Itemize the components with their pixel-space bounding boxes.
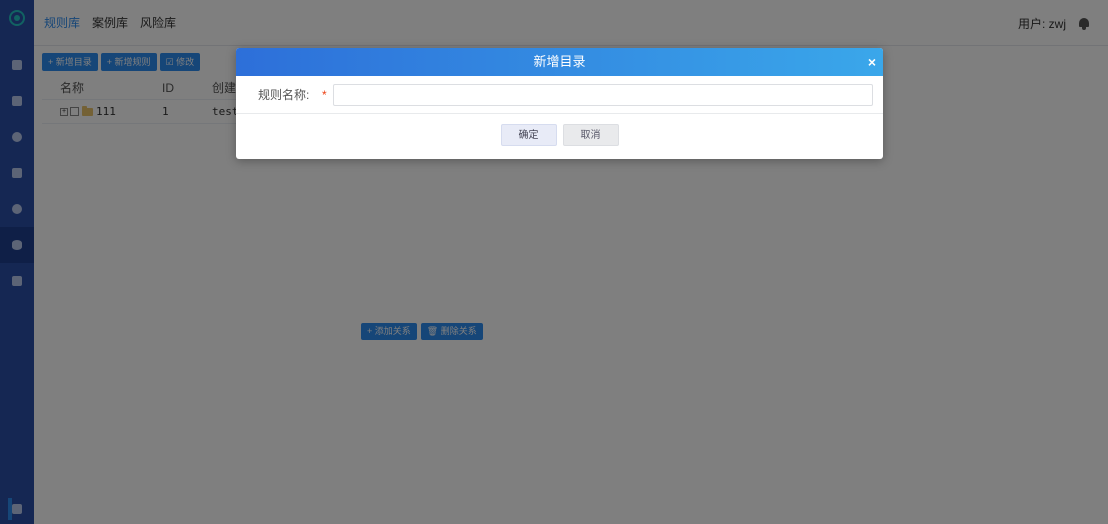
close-icon[interactable]: × [868, 48, 876, 76]
required-mark: * [322, 87, 327, 102]
rule-name-input[interactable] [332, 83, 873, 106]
cancel-button[interactable]: 取消 [562, 124, 619, 146]
rule-name-label: 规则名称: [258, 88, 310, 102]
add-directory-dialog: 新增目录 × 规则名称: * 确定 取消 [236, 48, 883, 159]
dialog-footer: 确定 取消 [236, 114, 883, 158]
app-root: 规则库 案例库 风险库 用户: zwj + 新增目录 + 新增规则 ☑ 修改 名… [0, 0, 1108, 524]
confirm-button[interactable]: 确定 [500, 124, 557, 146]
dialog-body: 规则名称: * [236, 76, 883, 114]
dialog-title: 新增目录 [533, 54, 586, 69]
dialog-header: 新增目录 × [236, 48, 883, 76]
